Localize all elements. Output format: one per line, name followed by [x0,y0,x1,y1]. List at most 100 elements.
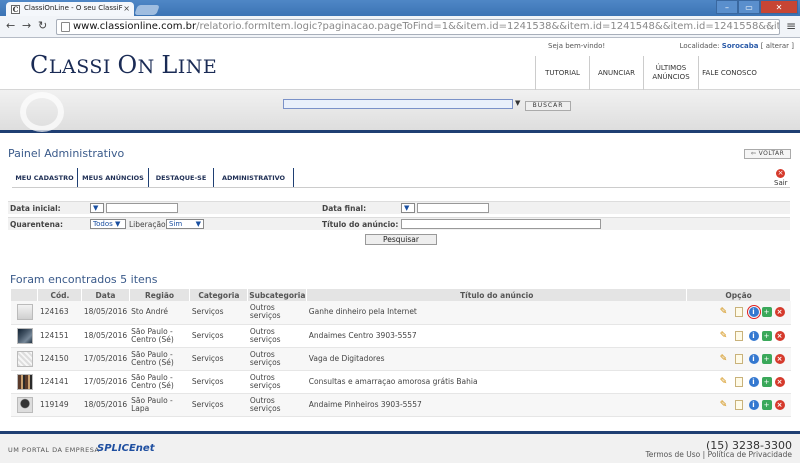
row-category: Serviços [189,393,248,417]
tab-title: ClassiOnLine - O seu ClassiF [24,4,123,12]
nav-anunciar[interactable]: ANUNCIAR [589,56,643,90]
panel-tabs: MEU CADASTRO MEUS ANÚNCIOS DESTAQUE-SE A… [12,168,294,187]
chevron-down-icon[interactable]: ▼ [515,99,520,107]
location-city: Sorocaba [721,42,759,50]
ad-title-input[interactable] [401,219,601,229]
document-icon[interactable] [734,399,743,410]
highlight-icon[interactable]: + [761,399,772,410]
row-thumbnail[interactable] [11,393,38,417]
row-thumbnail[interactable] [11,301,38,325]
date-end-input[interactable] [417,203,489,213]
document-icon[interactable] [734,376,743,387]
nav-fale-conosco[interactable]: FALE CONOSCO [698,56,760,90]
highlight-icon[interactable]: + [761,307,772,318]
minimize-icon[interactable]: – [716,0,738,14]
release-label: Liberação [129,220,166,229]
row-code: 124151 [37,324,82,348]
page-title: Painel Administrativo [8,147,125,160]
row-thumbnail[interactable] [11,347,38,371]
filter-row-status: Quarentena: Todos ▼ Liberação Sim ▼ Títul… [8,217,790,230]
col-thumb [11,289,39,301]
pesquisar-button[interactable]: Pesquisar [365,234,437,245]
table-row: 124163 18/05/2016 Sto André Serviços Out… [11,301,791,325]
close-window-icon[interactable]: ✕ [760,0,798,14]
row-subcategory: Outros serviços [247,393,307,417]
edit-icon[interactable]: ✎ [719,331,729,341]
footer-links[interactable]: Termos de Uso | Política de Privacidade [645,450,792,459]
col-region: Região [129,289,191,301]
edit-icon[interactable]: ✎ [719,307,729,317]
edit-icon[interactable]: ✎ [719,400,729,410]
close-tab-icon[interactable]: × [123,4,130,13]
back-arrow-icon[interactable]: ← [6,19,15,32]
row-title: Vaga de Digitadores [306,347,687,371]
col-title: Título do anúncio [306,289,688,301]
release-select[interactable]: Sim ▼ [166,219,204,229]
tab-meu-cadastro[interactable]: MEU CADASTRO [12,168,78,187]
date-start-input[interactable] [106,203,178,213]
address-bar[interactable]: www.classionline.com.br/relatorio.formIt… [56,19,780,35]
delete-icon[interactable]: × [774,399,785,410]
search-button[interactable]: BUSCAR [525,101,571,111]
date-end-picker[interactable]: ▼ [401,203,415,213]
ad-thumbnail-image[interactable] [17,304,33,321]
highlight-icon[interactable]: + [761,376,772,387]
edit-icon[interactable]: ✎ [719,354,729,364]
site-header: CLASSI ON LINE Seja bem-vindo! Localidad… [0,38,800,90]
new-tab-button[interactable] [134,5,160,15]
logout-icon[interactable]: × [776,169,785,178]
tab-meus-anuncios[interactable]: MEUS ANÚNCIOS [78,168,149,187]
back-button[interactable]: ⇦ VOLTAR [744,149,791,159]
info-icon[interactable]: i [748,399,759,410]
nav-ultimos-anuncios[interactable]: ÚLTIMOS ANÚNCIOS [643,56,698,90]
delete-icon[interactable]: × [774,376,785,387]
browser-tab[interactable]: C ClassiOnLine - O seu ClassiF × [6,2,134,16]
row-thumbnail[interactable] [11,370,38,394]
col-options: Opção [686,289,791,301]
delete-icon[interactable]: × [774,330,785,341]
edit-icon[interactable]: ✎ [719,377,729,387]
row-subcategory: Outros serviços [247,347,307,371]
welcome-text: Seja bem-vindo! [548,42,606,50]
ad-thumbnail-image[interactable] [17,373,33,390]
quarantine-select[interactable]: Todos ▼ [90,219,126,229]
document-icon[interactable] [734,330,743,341]
row-thumbnail[interactable] [11,324,38,348]
bookmark-star-icon[interactable]: ☆ [765,20,775,34]
row-actions: ✎ i + × [686,370,791,394]
row-date: 18/05/2016 [81,301,130,325]
row-region: Sto André [129,301,190,325]
col-code: Cód. [37,289,83,301]
search-input[interactable] [283,99,513,109]
row-date: 18/05/2016 [81,324,130,348]
info-icon[interactable]: i [748,353,759,364]
results-table: Cód. Data Região Categoria Subcategoria … [11,289,791,417]
info-icon[interactable]: i [746,305,761,320]
nav-tutorial[interactable]: TUTORIAL [535,56,589,90]
delete-icon[interactable]: × [774,353,785,364]
delete-icon[interactable]: × [774,307,785,318]
row-region: São Paulo - Lapa [129,393,190,417]
document-icon[interactable] [734,307,743,318]
row-region: São Paulo - Centro (Sé) [129,370,190,394]
highlight-icon[interactable]: + [761,330,772,341]
info-icon[interactable]: i [748,330,759,341]
ad-thumbnail-image[interactable] [17,396,33,413]
splicenet-logo[interactable]: SPLICEnet [97,443,154,454]
site-logo[interactable]: CLASSI ON LINE [30,51,217,79]
maximize-icon[interactable]: ▭ [738,0,760,14]
document-icon[interactable] [734,353,743,364]
decorative-circle-icon [20,92,64,132]
ad-thumbnail-image[interactable] [17,327,33,344]
logout-label[interactable]: Sair [774,179,788,187]
tab-administrativo[interactable]: ADMINISTRATIVO [214,168,294,187]
tab-destaque-se[interactable]: DESTAQUE-SE [149,168,214,187]
change-location-link[interactable]: [ alterar ] [761,42,794,50]
menu-icon[interactable]: ≡ [786,19,796,33]
forward-arrow-icon[interactable]: → [22,19,31,32]
info-icon[interactable]: i [748,376,759,387]
highlight-icon[interactable]: + [761,353,772,364]
reload-icon[interactable]: ↻ [38,19,47,32]
date-start-picker[interactable]: ▼ [90,203,104,213]
ad-thumbnail-image[interactable] [17,350,33,367]
